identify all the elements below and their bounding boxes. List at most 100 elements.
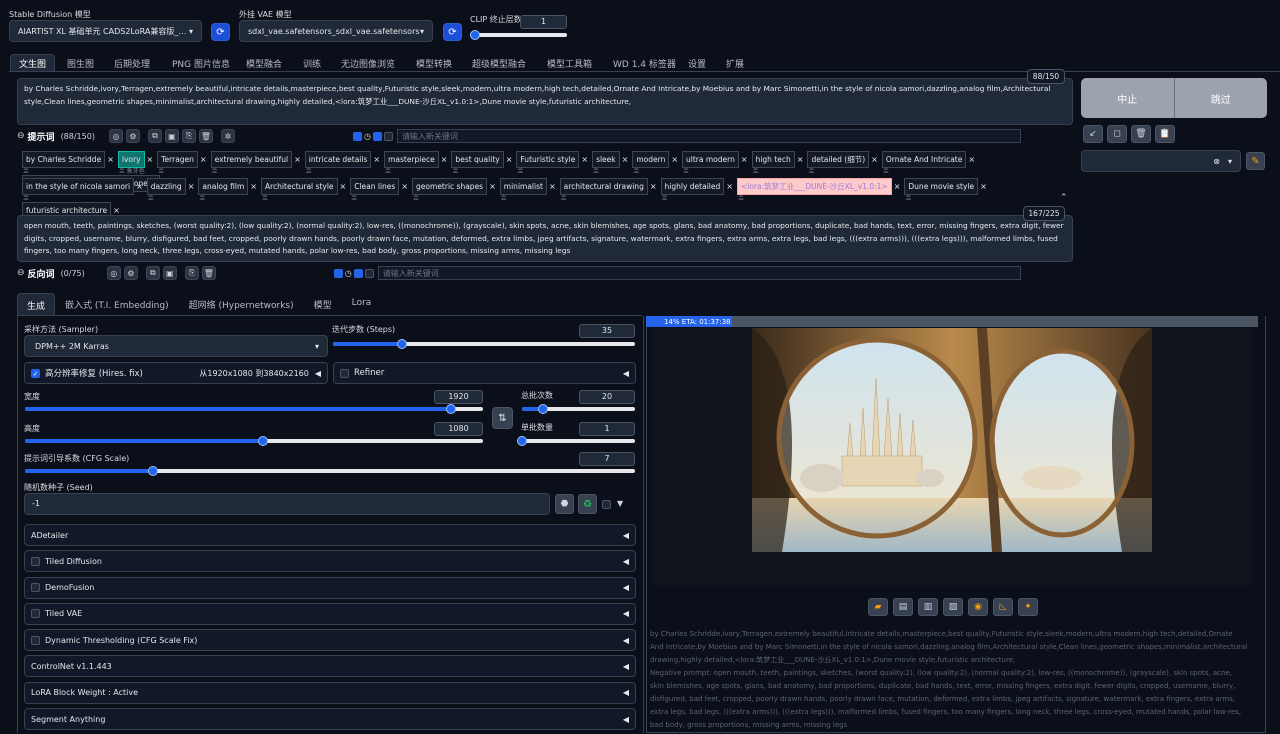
remove-tag-icon[interactable]: ×: [188, 182, 195, 191]
collapse-icon[interactable]: ⊖: [17, 131, 25, 141]
batch-size-input[interactable]: 1: [579, 422, 635, 436]
accordion-item[interactable]: Segment Anything ◀: [24, 708, 636, 731]
prompt-tag[interactable]: ivory × 亖 象牙色: [117, 151, 154, 175]
tab-8[interactable]: 超级模型融合: [472, 57, 526, 70]
prompt-tag[interactable]: high tech × 亖: [751, 151, 804, 175]
remove-tag-icon[interactable]: ×: [797, 155, 804, 164]
tab-5[interactable]: 训练: [303, 57, 321, 70]
trash-icon[interactable]: 🗑: [201, 266, 216, 280]
remove-tag-icon[interactable]: ×: [506, 155, 513, 164]
prompt-tag[interactable]: Architectural style × 亖: [261, 178, 346, 202]
remove-tag-icon[interactable]: ×: [147, 155, 154, 164]
prompt-tag[interactable]: analog film × 亖: [198, 178, 257, 202]
batch-count-slider[interactable]: [522, 404, 635, 414]
refiner-checkbox[interactable]: [340, 368, 349, 378]
remove-tag-icon[interactable]: ×: [113, 206, 120, 215]
height-input[interactable]: 1080: [434, 422, 483, 436]
width-input[interactable]: 1920: [434, 390, 483, 404]
swap-dimensions-button[interactable]: ⇅: [492, 407, 513, 429]
clock-icon[interactable]: ◷: [345, 269, 352, 278]
accordion-item[interactable]: Dynamic Thresholding (CFG Scale Fix) ◀: [24, 629, 636, 652]
seed-input[interactable]: -1: [24, 493, 550, 515]
accordion-checkbox[interactable]: [31, 556, 40, 566]
caret-down-icon[interactable]: ▼: [617, 499, 623, 508]
clip-input[interactable]: 1: [520, 15, 567, 29]
prompt-tag[interactable]: geometric shapes × 亖: [412, 178, 496, 202]
tab-9[interactable]: 模型工具箱: [547, 57, 592, 70]
accordion-item[interactable]: LoRA Block Weight : Active ◀: [24, 681, 636, 704]
remove-tag-icon[interactable]: ×: [980, 182, 987, 191]
gear-icon[interactable]: ⚙: [123, 266, 138, 280]
remove-tag-icon[interactable]: ×: [200, 155, 207, 164]
remove-tag-icon[interactable]: ×: [489, 182, 496, 191]
copy-icon[interactable]: ⎘: [181, 129, 196, 143]
prompt-tag[interactable]: best quality × 亖: [451, 151, 512, 175]
width-slider[interactable]: [25, 404, 483, 414]
skip-button[interactable]: 跳过: [1174, 78, 1267, 118]
accordion-item[interactable]: ControlNet v1.1.443 ◀: [24, 655, 636, 678]
refiner-row[interactable]: Refiner ◀: [333, 362, 636, 384]
negative-textarea[interactable]: open mouth, teeth, paintings, sketches, …: [17, 215, 1073, 262]
clipboard-icon[interactable]: 📋: [1155, 125, 1175, 143]
steps-input[interactable]: 35: [579, 324, 635, 338]
generated-image[interactable]: [752, 328, 1152, 552]
accordion-checkbox[interactable]: [31, 583, 40, 593]
subtab-4[interactable]: Lora: [342, 293, 382, 315]
batch-count-input[interactable]: 20: [579, 390, 635, 404]
tab-6[interactable]: 无边图像浏览: [341, 57, 395, 70]
prompt-tag[interactable]: Dune movie style × 亖: [904, 178, 987, 202]
prompt-tag[interactable]: <lora:筑梦工业___DUNE-沙丘XL_v1.0:1> × 亖: [736, 178, 901, 202]
remove-tag-icon[interactable]: ×: [136, 182, 143, 191]
accordion-item[interactable]: Tiled Diffusion ◀: [24, 550, 636, 573]
hires-checkbox[interactable]: ✓: [31, 368, 40, 378]
remove-tag-icon[interactable]: ×: [726, 182, 733, 191]
prompt-tag[interactable]: Ornate And Intricate × 亖: [881, 151, 975, 175]
tab-4[interactable]: 模型融合: [246, 57, 282, 70]
prompt-tag[interactable]: detailed (细节) × 亖: [807, 151, 878, 175]
model-select[interactable]: AIARTIST XL 基础单元 CADS2LoRA兼容版_UNIT ▾: [9, 20, 202, 42]
remove-tag-icon[interactable]: ×: [671, 155, 678, 164]
refresh-model-button[interactable]: ⟳: [211, 23, 230, 41]
vae-select[interactable]: sdxl_vae.safetensors_sdxl_vae.safetensor…: [239, 20, 433, 42]
settings-icon[interactable]: ✲: [220, 129, 235, 143]
zip-icon[interactable]: ▥: [918, 598, 938, 616]
history-icon[interactable]: ⧉: [147, 129, 162, 143]
save-icon[interactable]: ▤: [893, 598, 913, 616]
subtab-1[interactable]: 嵌入式 (T.I. Embedding): [55, 293, 179, 315]
interrupt-button[interactable]: 中止: [1081, 78, 1175, 118]
remove-tag-icon[interactable]: ×: [294, 155, 301, 164]
bookmark-icon[interactable]: ▣: [162, 266, 177, 280]
subtab-0[interactable]: 生成: [17, 293, 56, 315]
clear-icon[interactable]: ⊗: [1213, 157, 1220, 166]
prompt-tag[interactable]: Clean lines × 亖: [350, 178, 408, 202]
remove-tag-icon[interactable]: ×: [549, 182, 556, 191]
bookmark-icon[interactable]: ▣: [164, 129, 179, 143]
trash-icon[interactable]: 🗑: [198, 129, 213, 143]
accordion-item[interactable]: ADetailer ◀: [24, 524, 636, 546]
batch-size-slider[interactable]: [517, 436, 635, 446]
prompt-tag[interactable]: Futuristic style × 亖: [516, 151, 588, 175]
remove-tag-icon[interactable]: ×: [340, 182, 347, 191]
steps-slider[interactable]: [333, 339, 635, 349]
prompt-tag[interactable]: modern × 亖: [632, 151, 678, 175]
sampler-select[interactable]: DPM++ 2M Karras ▾: [24, 335, 328, 357]
remove-tag-icon[interactable]: ×: [894, 182, 901, 191]
refresh-vae-button[interactable]: ⟳: [443, 23, 462, 41]
tab-2[interactable]: 后期处理: [114, 57, 150, 70]
checkbox-icon[interactable]: [352, 131, 362, 141]
prompt-tag[interactable]: by Charles Schridde × 亖: [22, 151, 114, 175]
arrow-icon[interactable]: ↙: [1083, 125, 1103, 143]
height-slider[interactable]: [25, 436, 483, 446]
prompt-tag[interactable]: in the style of nicola samori × 亖: [22, 178, 143, 202]
new-keyword-input[interactable]: 请输入新关键词: [396, 129, 1021, 143]
pencil-icon[interactable]: ✎: [1246, 152, 1265, 170]
prompt-tag[interactable]: Terragen × 亖: [157, 151, 207, 175]
remove-tag-icon[interactable]: ×: [581, 155, 588, 164]
prompt-tag[interactable]: highly detailed × 亖: [660, 178, 733, 202]
globe-icon[interactable]: ◎: [108, 129, 123, 143]
tab-7[interactable]: 模型转换: [416, 57, 452, 70]
remove-tag-icon[interactable]: ×: [650, 182, 657, 191]
clip-slider[interactable]: [469, 30, 567, 40]
extra-seed-checkbox[interactable]: [602, 500, 616, 509]
palette-icon[interactable]: ◉: [968, 598, 988, 616]
